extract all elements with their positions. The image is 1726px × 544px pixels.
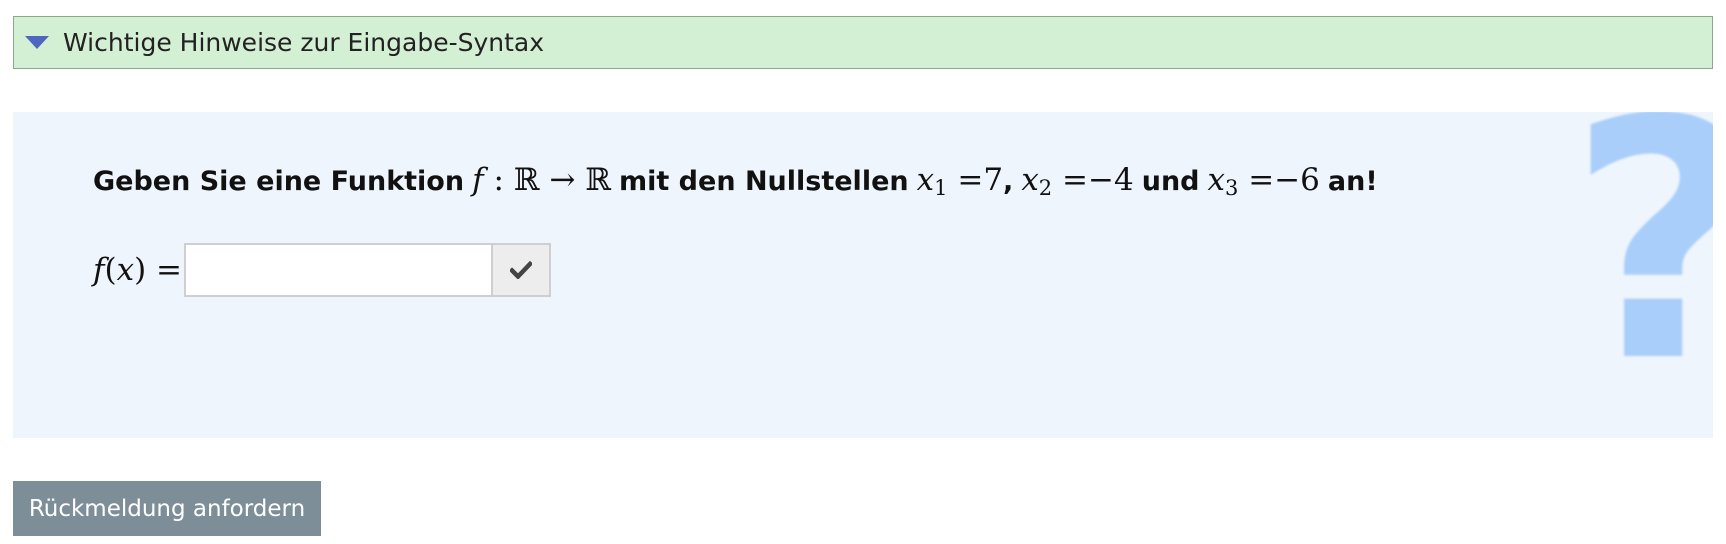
answer-row: f(x) =: [93, 242, 552, 298]
root-1-separator: ,: [1003, 166, 1014, 197]
function-name: f: [472, 162, 484, 198]
answer-input[interactable]: [184, 243, 494, 297]
check-icon: [510, 261, 533, 279]
domain-set: ℝ: [513, 162, 540, 198]
check-answer-button[interactable]: [493, 243, 552, 297]
conjunction: und: [1141, 166, 1200, 197]
request-feedback-button[interactable]: Rückmeldung anfordern: [13, 481, 321, 536]
mapping-arrow: →: [549, 162, 576, 198]
root-1: x1 =7: [916, 162, 1004, 200]
question-prompt: Geben Sie eine Funktion f : ℝ → ℝ mit de…: [93, 162, 1378, 202]
prompt-text-1: Geben Sie eine Funktion: [93, 166, 465, 197]
question-panel: ? Geben Sie eine Funktion f : ℝ → ℝ mit …: [13, 112, 1713, 438]
prompt-text-2: mit den Nullstellen: [618, 166, 909, 197]
root-2: x2 =−4: [1021, 162, 1134, 200]
prompt-text-3: an!: [1327, 166, 1378, 197]
function-signature: f : ℝ → ℝ: [472, 162, 611, 198]
root-3: x3 =−6: [1207, 162, 1320, 200]
answer-label: f(x) =: [93, 252, 183, 288]
signature-colon: :: [493, 162, 504, 198]
triangle-down-icon: [25, 36, 49, 49]
question-mark-icon: ?: [1568, 112, 1713, 407]
syntax-hints-toggle[interactable]: Wichtige Hinweise zur Eingabe-Syntax: [13, 16, 1713, 69]
syntax-hints-title: Wichtige Hinweise zur Eingabe-Syntax: [63, 28, 545, 57]
codomain-set: ℝ: [585, 162, 611, 198]
